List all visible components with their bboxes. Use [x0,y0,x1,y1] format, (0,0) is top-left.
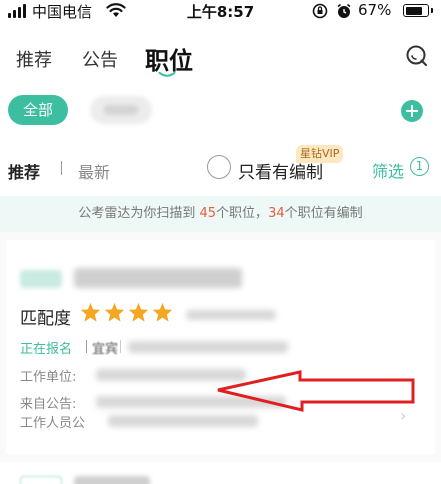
region-detail-blurred [128,341,288,353]
tab-announcement[interactable]: 公告 [82,46,118,72]
filter-count-badge[interactable]: 1 [410,157,429,176]
match-stars [80,302,176,326]
meta-divider [120,340,121,353]
sort-divider [61,161,62,175]
add-icon[interactable] [401,100,423,122]
match-label: 匹配度 [20,309,71,329]
tab-positions[interactable]: 职位 [145,41,193,76]
banner-total-count: 45 [199,206,217,221]
search-icon[interactable] [405,44,429,68]
staff-blurred [108,415,258,427]
staff-label: 工作人员公 [20,416,86,431]
banner-middle: 个职位， [216,206,269,221]
sort-row: 推荐 最新 只看有编制 星钻VIP 筛选 1 [0,145,441,186]
next-job-tag-blurred [20,476,62,484]
star-icon [152,302,173,322]
banner-suffix: 个职位有编制 [284,206,363,221]
battery-icon [403,4,433,17]
alarm-icon [337,3,351,18]
next-job-title-blurred [74,476,150,484]
star-icon [104,302,125,322]
region-text: 宜宾 [92,342,119,357]
star-icon [128,302,149,322]
status-bar: 中国电信 上午8:57 67% [0,0,441,22]
chip-all[interactable]: 全部 [8,95,68,125]
source-label: 来自公告: [20,397,77,412]
work-unit-label: 工作单位: [20,370,77,385]
rotation-lock-icon [312,3,328,19]
banner-prefix: 公考雷达为你扫描到 [78,206,200,221]
status-enrolling: 正在报名 [20,342,73,357]
sort-recommended[interactable]: 推荐 [8,159,40,183]
banner-quota-count: 34 [268,206,285,221]
scan-result-banner: 公考雷达为你扫描到 45个职位，34个职位有编制 [0,196,441,232]
meta-divider [86,340,87,353]
star-icon [80,302,101,322]
battery-percent: 67% [358,1,392,19]
filter-button[interactable]: 筛选 [372,158,404,182]
job-tag-blurred [20,270,62,288]
match-info-blurred [186,310,276,320]
red-arrow-annotation [217,370,415,412]
tab-recommend[interactable]: 推荐 [16,46,52,72]
vip-badge: 星钻VIP [296,145,344,163]
top-nav: 推荐 公告 职位 [0,36,441,80]
only-quota-radio[interactable] [207,155,231,179]
chip-region-blurred[interactable] [90,96,152,124]
active-tab-indicator [158,72,176,77]
sort-latest[interactable]: 最新 [78,159,110,183]
job-title-blurred [74,268,242,288]
